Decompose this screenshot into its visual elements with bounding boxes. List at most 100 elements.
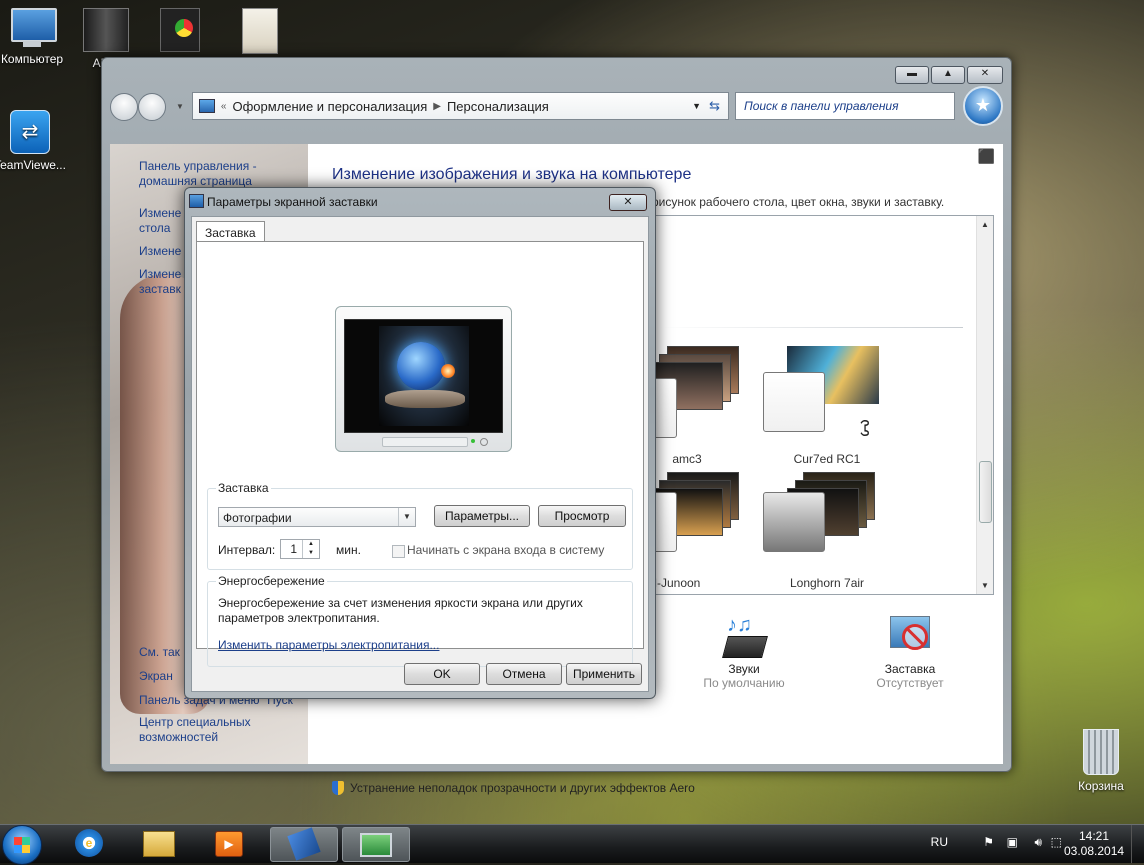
computer-icon <box>9 8 57 48</box>
search-input[interactable]: Поиск в панели управления <box>735 92 955 120</box>
page-subtitle: рисунок рабочего стола, цвет окна, звуки… <box>652 195 945 209</box>
document-icon <box>242 8 278 54</box>
taskbar-window-1[interactable] <box>270 827 338 862</box>
link-change-pointers[interactable]: Измене заставк <box>139 267 181 297</box>
power-settings-link[interactable]: Изменить параметры электропитания... <box>218 638 439 652</box>
theme-name: Cur7ed RC1 <box>793 452 861 466</box>
app-icon <box>160 8 200 52</box>
screensaver-icon <box>888 614 932 658</box>
monitor-base <box>382 437 468 447</box>
theme-name: Longhorn 7air <box>789 576 865 590</box>
dialog-body: Заставка Заставка Фотографии ▼ Параметры… <box>191 216 649 692</box>
screensaver-dialog-icon <box>189 194 204 208</box>
help-star-icon[interactable]: ★ <box>963 86 1003 126</box>
see-also-label: См. так <box>139 645 180 659</box>
theme-color-swatch <box>763 492 825 552</box>
screensaver-setting[interactable]: Заставка Отсутствует <box>850 614 970 690</box>
screensaver-group: Заставка Фотографии ▼ Параметры... Просм… <box>207 481 633 570</box>
dialog-close-button[interactable]: ✕ <box>609 194 647 211</box>
language-indicator[interactable]: RU <box>931 835 948 849</box>
link-desktop-background[interactable]: Измене стола <box>139 206 181 236</box>
nav-buttons <box>110 90 172 122</box>
window-caption-buttons: ▬ ▲ ✕ <box>895 66 1003 84</box>
tab-page: Заставка Фотографии ▼ Параметры... Просм… <box>196 241 644 667</box>
select-dropdown-icon[interactable]: ▼ <box>398 508 415 526</box>
tray-overflow-icon[interactable]: ⬚ <box>1051 835 1062 849</box>
shield-icon <box>332 781 344 795</box>
section-divider <box>659 327 963 328</box>
taskbar-ie[interactable]: e <box>66 827 112 860</box>
link-home[interactable]: Панель управления - домашняя страница <box>139 159 257 189</box>
spinner-arrows-icon[interactable]: ▲ ▼ <box>302 540 319 558</box>
internet-explorer-icon: e <box>75 829 103 857</box>
maximize-button[interactable]: ▲ <box>931 66 965 84</box>
windows-logo-icon <box>14 837 30 853</box>
cancel-button[interactable]: Отмена <box>486 663 562 685</box>
flag-icon[interactable]: ⚑ <box>983 835 994 849</box>
monitor-knob <box>480 438 488 446</box>
themes-scrollbar[interactable]: ▲ ▼ <box>976 216 993 594</box>
address-bar[interactable]: « Оформление и персонализация ▶ Персонал… <box>191 92 729 120</box>
media-player-icon: ▶ <box>215 831 243 857</box>
theme-color-swatch <box>763 372 825 432</box>
preview-button[interactable]: Просмотр <box>538 505 626 527</box>
help-icon[interactable]: ⬛ <box>978 148 995 165</box>
address-row: ▼ « Оформление и персонализация ▶ Персон… <box>110 86 1003 126</box>
sounds-setting[interactable]: ♪♫ Звуки По умолчанию <box>684 614 804 690</box>
forward-button[interactable] <box>138 93 166 121</box>
teamviewer-icon: ⇄ <box>10 110 50 154</box>
history-dropdown-icon[interactable]: ▼ <box>176 102 184 111</box>
theme-longhorn[interactable]: Longhorn 7air <box>757 472 887 590</box>
desktop-icon-app[interactable] <box>144 8 216 56</box>
aero-troubleshoot-link[interactable]: Устранение неполадок прозрачности и друг… <box>332 781 695 795</box>
breadcrumb-personalization[interactable]: Персонализация <box>441 99 555 114</box>
refresh-icon[interactable]: ⇆ <box>709 98 720 114</box>
settings-button[interactable]: Параметры... <box>434 505 530 527</box>
show-desktop-button[interactable] <box>1131 825 1144 863</box>
recycle-bin-icon <box>1083 729 1119 775</box>
taskbar-media[interactable]: ▶ <box>206 827 252 860</box>
ok-button[interactable]: OK <box>404 663 480 685</box>
start-button[interactable] <box>2 825 42 865</box>
page-title: Изменение изображения и звука на компьют… <box>332 166 692 183</box>
breadcrumb-appearance[interactable]: Оформление и персонализация <box>226 99 433 114</box>
desktop-icon-label: Компьютер <box>0 52 64 66</box>
scroll-down-icon[interactable]: ▼ <box>981 581 989 590</box>
desktop-icon-teamviewer[interactable]: ⇄ TeamViewe... <box>0 110 66 172</box>
theme-cur7ed[interactable]: ꕘ Cur7ed RC1 <box>757 346 887 466</box>
screensaver-value: Отсутствует <box>876 676 944 690</box>
volume-icon[interactable]: 🔊︎ <box>1034 835 1042 850</box>
desktop-icon-document[interactable] <box>224 8 296 58</box>
sounds-value: По умолчанию <box>703 676 785 690</box>
hammer-icon <box>287 827 321 861</box>
sounds-icon: ♪♫ <box>721 614 768 658</box>
screensaver-select[interactable]: Фотографии ▼ <box>218 507 416 527</box>
clock-time: 14:21 <box>1078 829 1110 843</box>
screensaver-preview-monitor <box>335 306 512 452</box>
screensaver-dialog: Параметры экранной заставки ✕ Заставка З… <box>184 187 656 699</box>
interval-spinner[interactable]: 1 ▲ ▼ <box>280 539 320 559</box>
taskbar-explorer[interactable] <box>136 827 182 860</box>
clock[interactable]: 14:21 03.08.2014 <box>1064 829 1124 859</box>
taskbar-window-2[interactable] <box>342 827 410 862</box>
power-description: Энергосбережение за счет изменения яркос… <box>218 596 583 625</box>
link-accessibility[interactable]: Центр специальных возможностей <box>139 715 251 745</box>
theme-logo-icon: ꕘ <box>859 416 871 441</box>
login-screen-label[interactable]: Начинать с экрана входа в систему <box>407 543 604 557</box>
apply-button[interactable]: Применить <box>566 663 642 685</box>
address-dropdown-icon[interactable]: ▼ <box>692 101 701 111</box>
close-button[interactable]: ✕ <box>967 66 1003 84</box>
scroll-thumb[interactable] <box>979 461 992 523</box>
back-button[interactable] <box>110 93 138 121</box>
control-panel-icon <box>198 99 215 113</box>
login-screen-checkbox[interactable] <box>392 545 405 558</box>
search-placeholder: Поиск в панели управления <box>744 99 899 113</box>
scroll-up-icon[interactable]: ▲ <box>981 220 989 229</box>
desktop-icon-recycle-bin[interactable]: Корзина <box>1071 729 1131 793</box>
network-icon[interactable]: ▣ <box>1007 835 1018 849</box>
link-change-icons[interactable]: Измене <box>139 244 181 259</box>
minimize-button[interactable]: ▬ <box>895 66 929 84</box>
link-screen[interactable]: Экран <box>139 669 173 684</box>
breadcrumb-separator-icon[interactable]: ▶ <box>433 101 441 112</box>
desktop-icon-computer[interactable]: Компьютер <box>0 8 68 66</box>
